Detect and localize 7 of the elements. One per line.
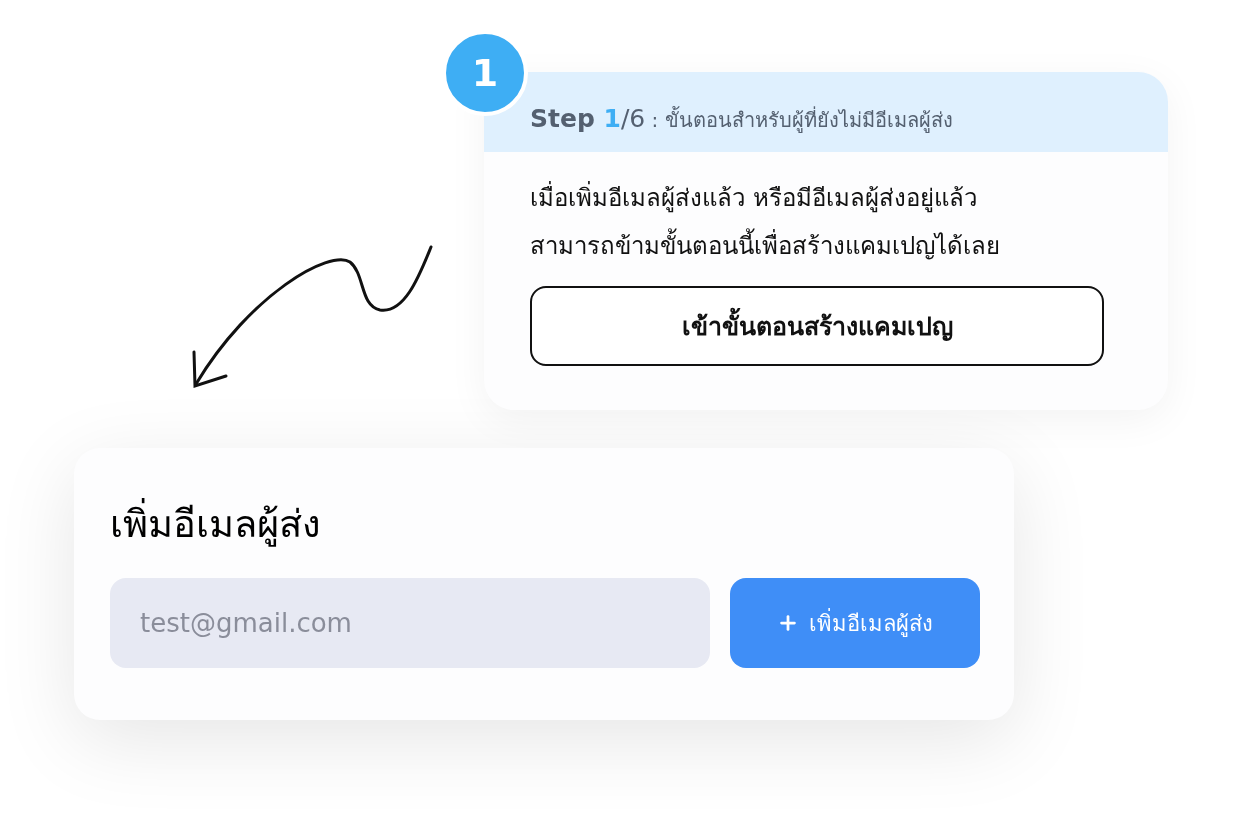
step-description: สามารถข้ามขั้นตอนนี้เพื่อสร้างแคมเปญได้เลย [530, 222, 1122, 270]
step-title: Step 1/6 : ขั้นตอนสำหรับผู้ที่ยังไม่มีอีเมลผู้ส่ง [530, 104, 953, 135]
create-campaign-button[interactable]: เข้าขั้นตอนสร้างแคมเปญ [530, 286, 1104, 366]
card-title: เพิ่มอีเมลผู้ส่ง [110, 498, 980, 550]
email-field[interactable]: test@gmail.com [110, 578, 710, 668]
step-description: เมื่อเพิ่มอีเมลผู้ส่งแล้ว หรือมีอีเมลผู้ส่งอยู่แล้ว [530, 174, 1122, 222]
plus-icon [777, 612, 799, 634]
